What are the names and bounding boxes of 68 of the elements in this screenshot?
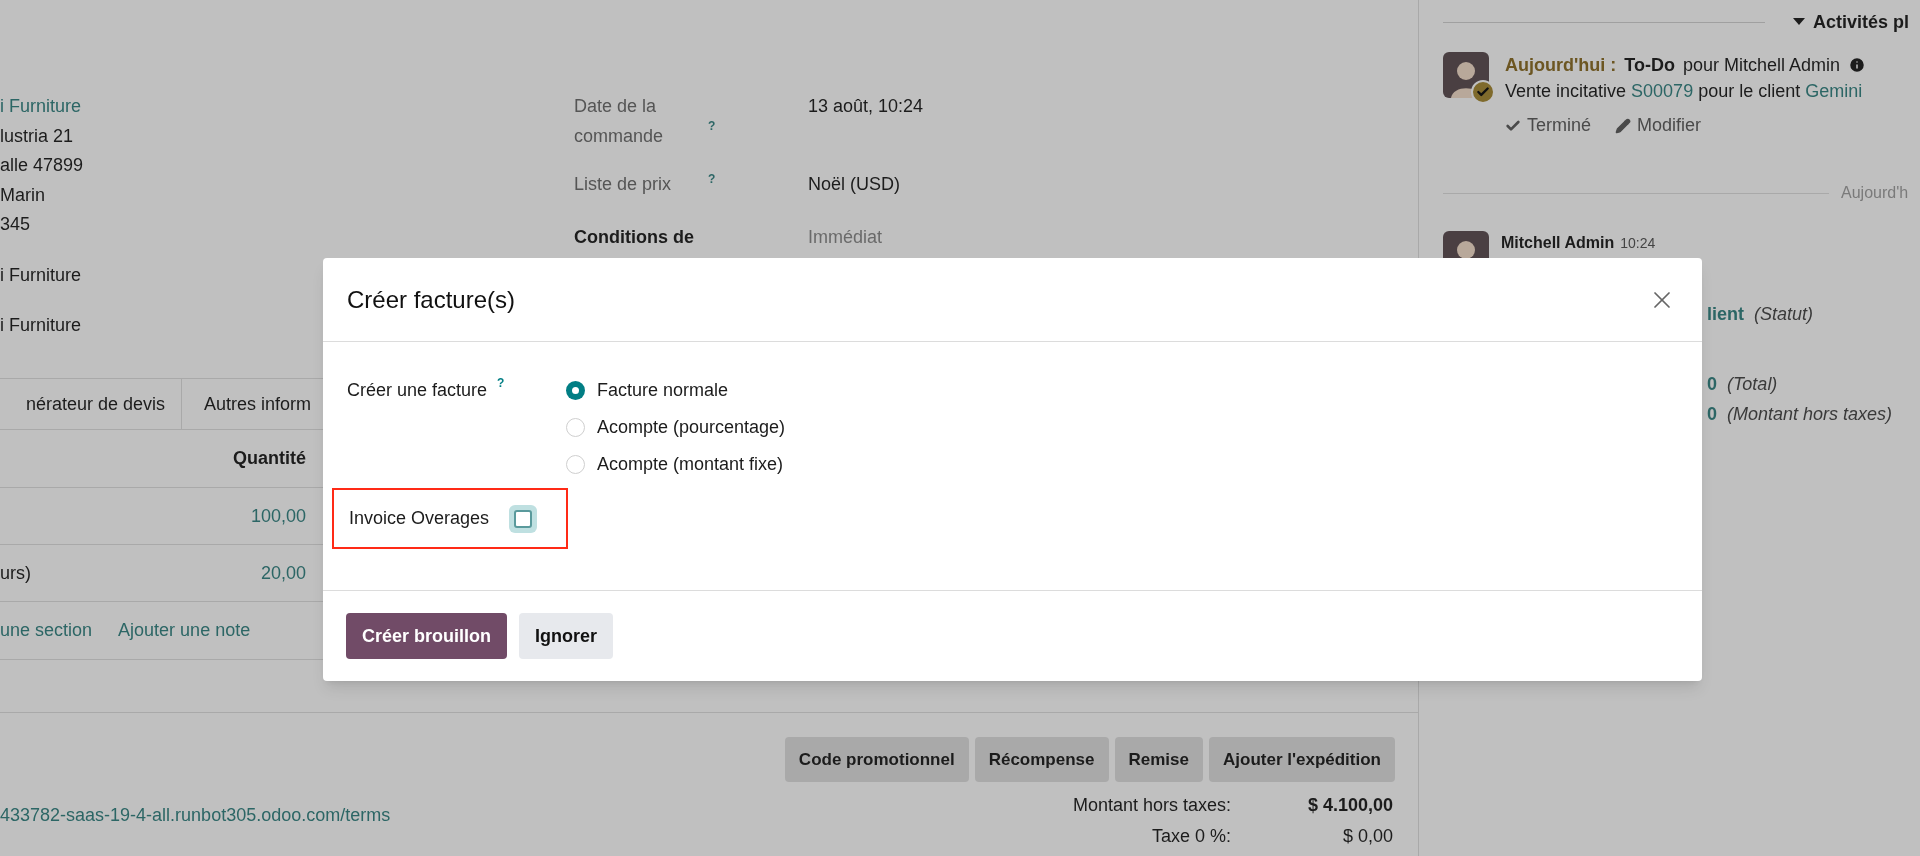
field-label: Créer une facture: [347, 379, 488, 402]
field-label: Conditions de: [574, 226, 695, 249]
address-line: i Furniture: [0, 263, 82, 287]
column-header: Quantité: [233, 447, 306, 470]
action-button[interactable]: Récompense: [974, 737, 1109, 782]
action-button[interactable]: Ajouter l'expédition: [1209, 737, 1395, 782]
terms-link[interactable]: 433782-saas-19-4-all.runbot305.odoo.com/terms: [0, 802, 391, 829]
activity-assignee: pour Mitchell Admin: [1682, 54, 1840, 77]
radio-option[interactable]: Acompte (pourcentage): [566, 415, 786, 439]
check-badge-icon: [1471, 80, 1495, 104]
address-line: lustria 21: [0, 124, 74, 148]
avatar: [1443, 52, 1489, 98]
quantity-cell-text: 100,00: [250, 504, 306, 528]
checkbox[interactable]: [509, 504, 538, 533]
tracking-value: 0: [1707, 373, 1717, 396]
field-value: 13 août, 10:24: [808, 95, 924, 118]
radio-button[interactable]: [566, 454, 585, 474]
address-line: i Furniture: [0, 314, 82, 337]
radio-option[interactable]: Acompte (montant fixe): [566, 452, 786, 476]
tracking-field: (Total): [1727, 369, 1778, 399]
tracking-field: (Statut): [1754, 299, 1814, 329]
secondary-button[interactable]: Ignorer: [519, 613, 614, 659]
help-icon[interactable]: ?: [708, 117, 716, 135]
field-label: Date de la commande: [574, 95, 665, 148]
help-icon[interactable]: ?: [708, 170, 716, 188]
message-author: Mitchell Admin: [1501, 233, 1615, 253]
total-label: Taxe 0 %:: [1150, 825, 1231, 848]
message-time: 10:24: [1620, 234, 1656, 253]
info-icon[interactable]: [1848, 56, 1866, 74]
done-button[interactable]: Terminé: [1505, 112, 1592, 139]
record-link[interactable]: S00079: [1631, 78, 1694, 104]
activities-toggle[interactable]: Activités pl: [1793, 8, 1910, 36]
date-separator: Aujourd'h: [1841, 183, 1909, 203]
pencil-icon: [1615, 117, 1632, 134]
add-line-link[interactable]: une section: [0, 617, 93, 644]
radio-button[interactable]: [566, 417, 585, 437]
record-link[interactable]: Gemini: [1805, 78, 1863, 104]
primary-button[interactable]: Créer brouillon: [346, 613, 507, 659]
tracking-value: lient: [1707, 303, 1744, 326]
caret-icon: [1793, 18, 1805, 26]
radio-option[interactable]: Facture normale: [566, 378, 786, 402]
tab[interactable]: nérateur de devis: [0, 379, 182, 429]
field-value: Immédiat: [808, 226, 883, 249]
tracking-field: (Montant hors taxes): [1727, 399, 1893, 429]
address-line: 345: [0, 213, 31, 236]
action-button[interactable]: Code promotionnel: [784, 737, 969, 782]
activity-text: pour le client: [1698, 80, 1801, 103]
dialog-title: Créer facture(s): [347, 284, 516, 315]
activity-type: To-Do: [1624, 54, 1675, 77]
edit-button[interactable]: Modifier: [1615, 112, 1702, 139]
add-line-link[interactable]: Ajouter une note: [118, 617, 251, 644]
radio-button[interactable]: [566, 380, 585, 400]
activity-text: Vente incitative: [1505, 80, 1627, 103]
total-label: Montant hors taxes:: [1071, 794, 1231, 817]
address-line: alle 47899: [0, 154, 84, 177]
activity-due: Aujourd'hui :: [1505, 54, 1617, 77]
customer-link[interactable]: i Furniture: [0, 92, 82, 122]
total-value: $ 0,00: [1341, 825, 1393, 848]
action-button[interactable]: Remise: [1114, 737, 1203, 782]
field-label: Liste de prix: [574, 173, 673, 196]
tracking-value: 0: [1707, 403, 1717, 426]
address-line: Marin: [0, 183, 45, 207]
checkbox-label: Invoice Overages: [349, 507, 490, 530]
quantity-cell-text: 20,00: [260, 561, 306, 585]
total-value: $ 4.100,00: [1306, 794, 1393, 817]
field-value: Noël (USD): [808, 173, 900, 196]
help-icon[interactable]: ?: [497, 374, 505, 392]
product-cell-text: urs): [0, 561, 31, 585]
